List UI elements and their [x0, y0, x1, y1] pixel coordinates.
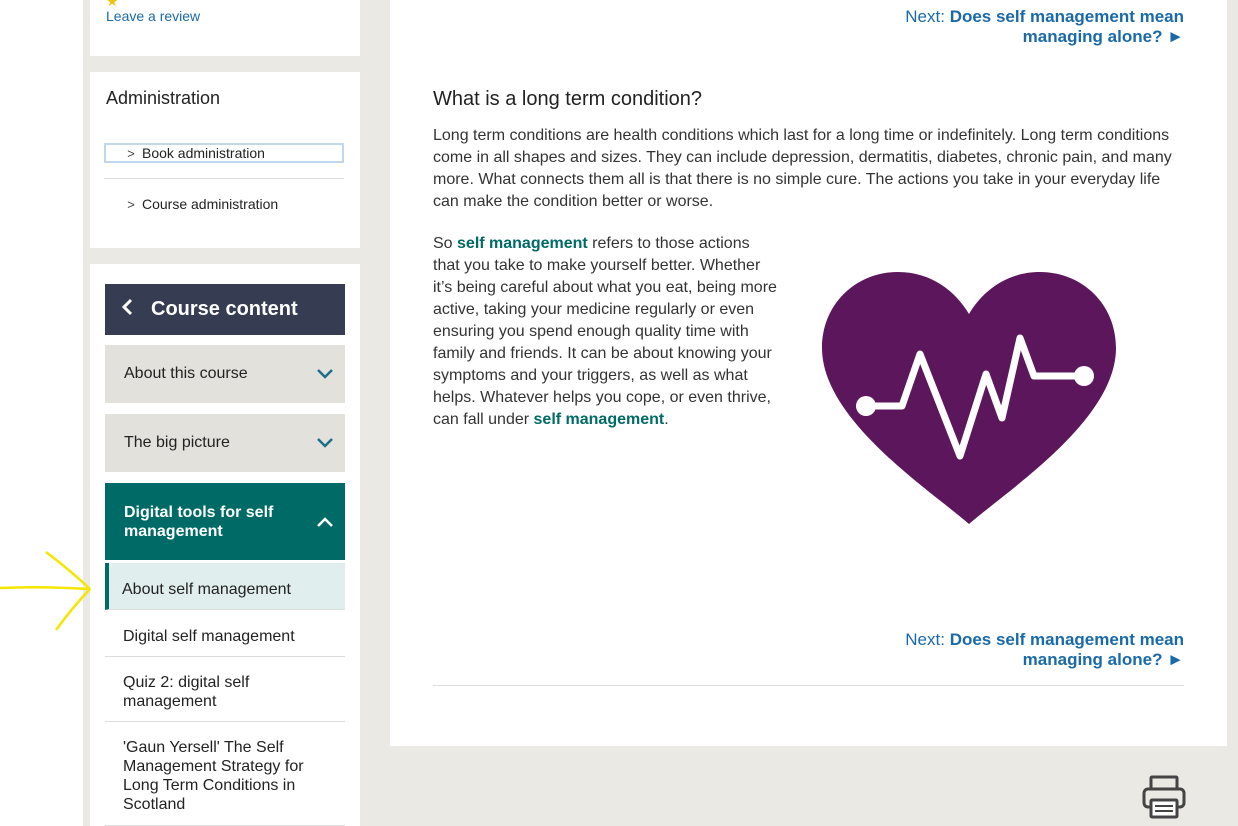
- section-the-big-picture[interactable]: The big picture: [105, 414, 345, 472]
- subitem-gaun-yersell[interactable]: 'Gaun Yersell' The Self Management Strat…: [105, 722, 345, 826]
- annotation-arrow: [0, 551, 91, 631]
- course-administration-link[interactable]: > Course administration: [104, 194, 344, 214]
- next-prefix: Next:: [905, 7, 945, 26]
- next-title: Does self management mean: [949, 630, 1184, 649]
- subitem-digital-self-management[interactable]: Digital self management: [105, 610, 345, 657]
- divider: [104, 178, 344, 179]
- administration-card: Administration > Book administration > Cou…: [90, 72, 360, 248]
- next-link-bottom[interactable]: Next: Does self management mean managing…: [905, 630, 1184, 670]
- page-heading: What is a long term condition?: [433, 88, 703, 110]
- intro-paragraph: Long term conditions are health conditio…: [433, 127, 1172, 210]
- keyword-self-management: self management: [533, 411, 665, 428]
- book-administration-label: Book administration: [142, 145, 265, 161]
- printer-icon[interactable]: [1141, 774, 1187, 820]
- next-prefix: Next:: [905, 630, 945, 649]
- section-about-this-course[interactable]: About this course: [105, 345, 345, 403]
- leave-review-link[interactable]: Leave a review: [106, 8, 200, 24]
- section-digital-tools[interactable]: Digital tools for self management: [105, 483, 345, 560]
- chevron-down-icon[interactable]: [305, 437, 345, 449]
- book-administration-link[interactable]: > Book administration: [104, 143, 344, 163]
- star-icon: ★: [106, 0, 119, 9]
- next-title: managing alone? ►: [1022, 27, 1184, 46]
- chevron-up-icon[interactable]: [305, 516, 345, 528]
- administration-title: Administration: [106, 88, 221, 108]
- next-title: Does self management mean: [949, 7, 1184, 26]
- next-title: managing alone? ►: [1022, 650, 1184, 669]
- self-management-paragraph: So self management refers to those actio…: [433, 235, 777, 428]
- subitem-quiz-2[interactable]: Quiz 2: digital self management: [105, 657, 345, 722]
- subitem-about-self-management[interactable]: About self management: [105, 563, 345, 610]
- course-administration-label: Course administration: [142, 196, 279, 212]
- chevron-right-icon: >: [127, 146, 135, 161]
- course-content-title: Course content: [151, 298, 298, 320]
- keyword-self-management: self management: [457, 235, 588, 252]
- chevron-left-icon[interactable]: [105, 298, 151, 322]
- chevron-right-icon: >: [127, 197, 135, 212]
- section-label: Digital tools for self management: [124, 503, 274, 540]
- heartbeat-icon: [822, 272, 1116, 524]
- next-link-top[interactable]: Next: Does self management mean managing…: [905, 7, 1184, 47]
- section-label: About this course: [124, 365, 248, 382]
- course-content-header[interactable]: Course content: [105, 284, 345, 335]
- section-label: The big picture: [124, 434, 230, 451]
- divider: [433, 685, 1184, 686]
- chevron-down-icon[interactable]: [305, 368, 345, 380]
